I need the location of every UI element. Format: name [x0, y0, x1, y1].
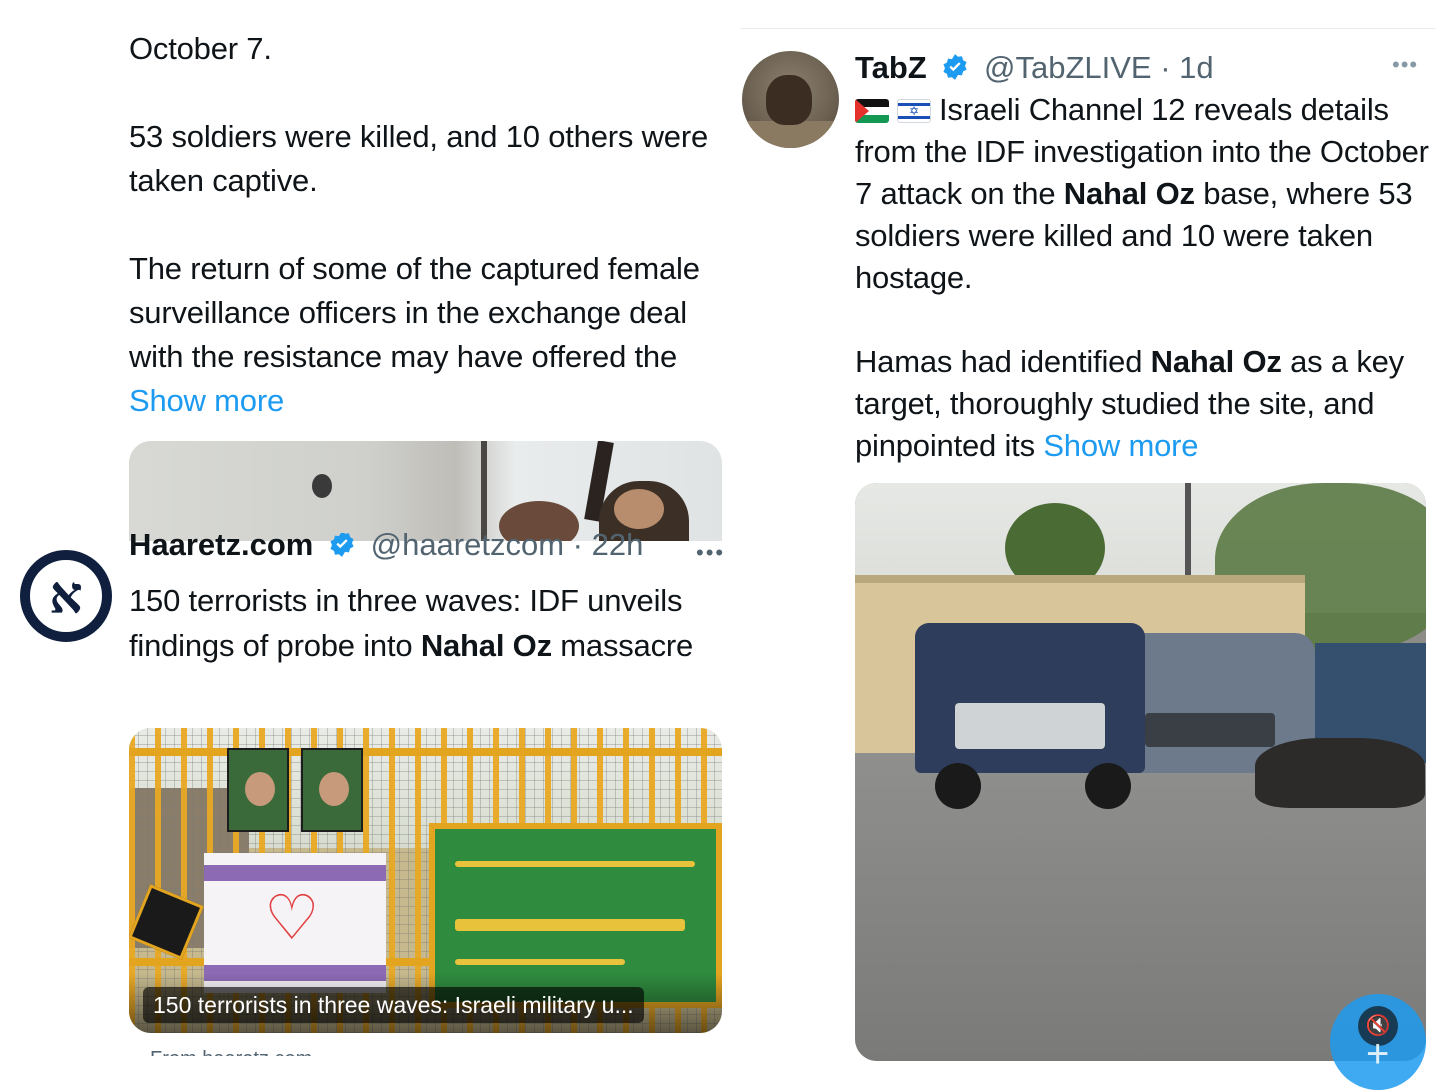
more-options-icon[interactable]: •••	[696, 540, 725, 566]
hostage-poster	[301, 748, 363, 832]
hostage-poster	[227, 748, 289, 832]
sign-text-line	[455, 919, 685, 931]
card-caption: 150 terrorists in three waves: Israeli m…	[143, 987, 644, 1023]
left-tweet-paragraph-text: The return of some of the captured femal…	[129, 251, 700, 374]
left-tweet-text: October 7. 53 soldiers were killed, and …	[129, 27, 729, 423]
jeep-grille	[1145, 713, 1275, 747]
verified-badge-icon	[328, 533, 356, 566]
author-handle[interactable]: @TabZLIVE · 1d	[984, 50, 1214, 85]
tabz-paragraph: Hamas had identified Nahal Oz as a key t…	[855, 341, 1445, 467]
tabz-tweet-text: ✡ Israeli Channel 12 reveals details from…	[855, 89, 1445, 467]
haaretz-tweet-header: Haaretz.com @haaretzcom · 22h	[129, 533, 729, 569]
show-more-link[interactable]: Show more	[1043, 428, 1198, 463]
tabz-text-part: Hamas had identified	[855, 344, 1151, 379]
tabz-avatar[interactable]	[742, 51, 839, 148]
poster-face	[319, 772, 349, 806]
avatar-dog	[766, 75, 812, 125]
tabz-paragraph: ✡ Israeli Channel 12 reveals details from…	[855, 89, 1445, 299]
wall-edge	[481, 441, 487, 541]
tabz-text-bold: Nahal Oz	[1150, 344, 1282, 379]
wall-hole	[312, 474, 332, 498]
more-options-icon[interactable]: •••	[1392, 52, 1418, 78]
palestine-flag-icon	[855, 99, 889, 123]
person-face	[614, 489, 664, 529]
avatar-letter: א	[49, 565, 83, 626]
tabz-tweet-header: TabZ @TabZLIVE · 1d	[855, 46, 1214, 90]
israel-heart-flag: ♡	[204, 853, 386, 993]
sign-text-line	[455, 861, 695, 867]
fence-rail-top	[129, 748, 722, 756]
author-handle[interactable]: @haaretzcom · 22h	[371, 533, 644, 562]
mute-button[interactable]: 🔇 +	[1330, 994, 1426, 1090]
tabz-video-player[interactable]	[855, 483, 1426, 1061]
haaretz-text-bold: Nahal Oz	[420, 628, 552, 663]
author-name[interactable]: Haaretz.com	[129, 533, 313, 562]
left-tweet-paragraph: 53 soldiers were killed, and 10 others w…	[129, 119, 708, 198]
show-more-link[interactable]: Show more	[129, 383, 284, 418]
poster-face	[245, 772, 275, 806]
blue-pickup-truck	[915, 623, 1145, 809]
debris	[1255, 738, 1425, 808]
haaretz-text-part: massacre	[551, 628, 694, 663]
author-name[interactable]: TabZ	[855, 50, 927, 85]
divider	[740, 28, 1436, 29]
left-tweet-media[interactable]	[129, 441, 722, 541]
card-source-label[interactable]: From haaretz.com	[150, 1048, 312, 1056]
compose-plus-icon: +	[1366, 1032, 1390, 1076]
truck-wheel	[935, 763, 981, 809]
haaretz-avatar[interactable]: א	[20, 550, 112, 642]
sign-text-line	[455, 959, 625, 965]
left-tweet-paragraph: October 7.	[129, 31, 272, 66]
haaretz-tweet-text: 150 terrorists in three waves: IDF unvei…	[129, 578, 729, 668]
israel-flag-icon: ✡	[897, 99, 931, 123]
truck-grille	[955, 703, 1105, 749]
haaretz-link-card[interactable]: ♡ 150 terrorists in three waves: Israeli…	[129, 728, 722, 1033]
truck-wheel	[1085, 763, 1131, 809]
heart-icon: ♡	[264, 884, 320, 953]
verified-badge-icon	[941, 49, 969, 93]
avatar-ground	[742, 121, 839, 148]
flag-stripe	[204, 865, 386, 881]
tabz-text-bold: Nahal Oz	[1063, 176, 1195, 211]
left-tweet-paragraph: The return of some of the captured femal…	[129, 247, 729, 423]
